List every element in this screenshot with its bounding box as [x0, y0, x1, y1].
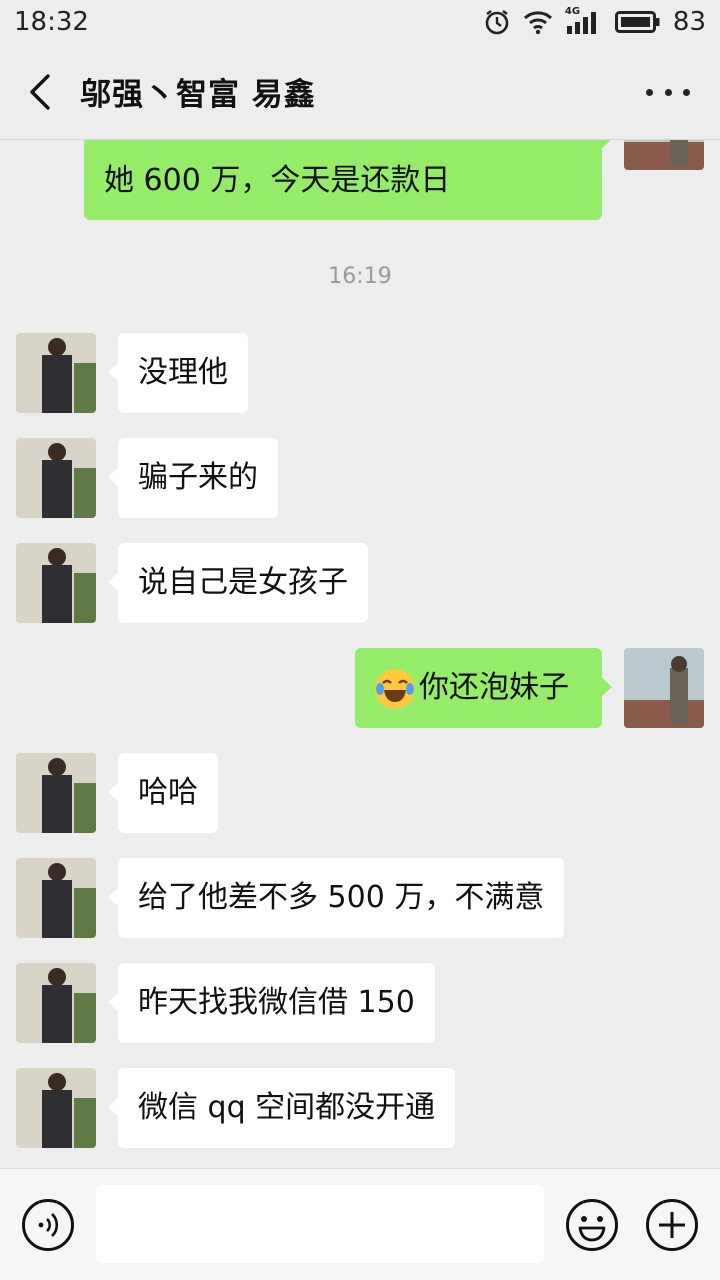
my-avatar[interactable] [624, 648, 704, 728]
more-button[interactable] [646, 78, 690, 106]
my-avatar[interactable] [624, 140, 704, 170]
message-bubble-theirs[interactable]: 微信 qq 空间都没开通 [107, 1068, 456, 1148]
message-text: 骗子来的 [138, 460, 258, 495]
message-bubble-mine[interactable]: 她 600 万，今天是还款日 [84, 140, 612, 220]
chat-title: 邬强丶智富 易鑫 [80, 77, 316, 113]
message-text: 她 600 万，今天是还款日 [104, 163, 451, 198]
chat-header: 邬强丶智富 易鑫 [0, 44, 720, 140]
chevron-left-icon [30, 73, 50, 110]
message-text: 昨天找我微信借 150 [138, 985, 415, 1020]
contact-avatar[interactable] [16, 1068, 96, 1148]
status-bar: 18:32 4G 83 [0, 0, 720, 44]
message-input[interactable] [96, 1185, 544, 1263]
status-time: 18:32 [14, 7, 89, 37]
alarm-icon [485, 10, 509, 35]
message-text: 微信 qq 空间都没开通 [138, 1090, 436, 1125]
message-list[interactable]: 她 600 万，今天是还款日 16:19 没理他 骗子来的 说自己是女孩子 你还… [0, 140, 720, 1168]
input-bar [0, 1168, 720, 1280]
contact-avatar[interactable] [16, 753, 96, 833]
message-text: 没理他 [138, 355, 228, 390]
voice-icon [22, 1199, 74, 1251]
tears-of-joy-emoji-icon [375, 668, 415, 709]
emoji-button[interactable] [565, 1198, 619, 1252]
message-text: 你还泡妹子 [419, 670, 569, 705]
message-text: 哈哈 [138, 775, 198, 810]
battery-level: 83 [672, 7, 706, 37]
message-bubble-theirs[interactable]: 没理他 [108, 333, 248, 413]
signal-indicator: 4G [565, 6, 603, 36]
back-button[interactable] [0, 44, 80, 140]
contact-avatar[interactable] [16, 333, 96, 413]
message-timestamp: 16:19 [328, 264, 392, 289]
contact-avatar[interactable] [16, 438, 96, 518]
signal-bars-icon [566, 12, 596, 34]
contact-avatar[interactable] [16, 858, 96, 938]
message-bubble-mine[interactable]: 你还泡妹子 [355, 648, 612, 728]
message-text: 给了他差不多 500 万，不满意 [138, 880, 545, 915]
more-dots-icon [646, 88, 653, 96]
message-bubble-theirs[interactable]: 骗子来的 [108, 438, 278, 518]
message-text: 说自己是女孩子 [138, 565, 348, 600]
contact-avatar[interactable] [16, 543, 96, 623]
contact-avatar[interactable] [16, 963, 96, 1043]
wifi-icon [523, 11, 552, 35]
plus-icon [646, 1199, 698, 1251]
battery-icon [614, 11, 660, 33]
message-bubble-theirs[interactable]: 说自己是女孩子 [108, 543, 368, 623]
emoji-icon [566, 1199, 618, 1251]
message-bubble-theirs[interactable]: 昨天找我微信借 150 [108, 963, 435, 1043]
more-functions-button[interactable] [645, 1198, 699, 1252]
message-bubble-theirs[interactable]: 给了他差不多 500 万，不满意 [107, 858, 565, 938]
status-icons: 4G 83 [483, 6, 706, 37]
message-bubble-theirs[interactable]: 哈哈 [108, 753, 218, 833]
voice-button[interactable] [21, 1198, 75, 1252]
